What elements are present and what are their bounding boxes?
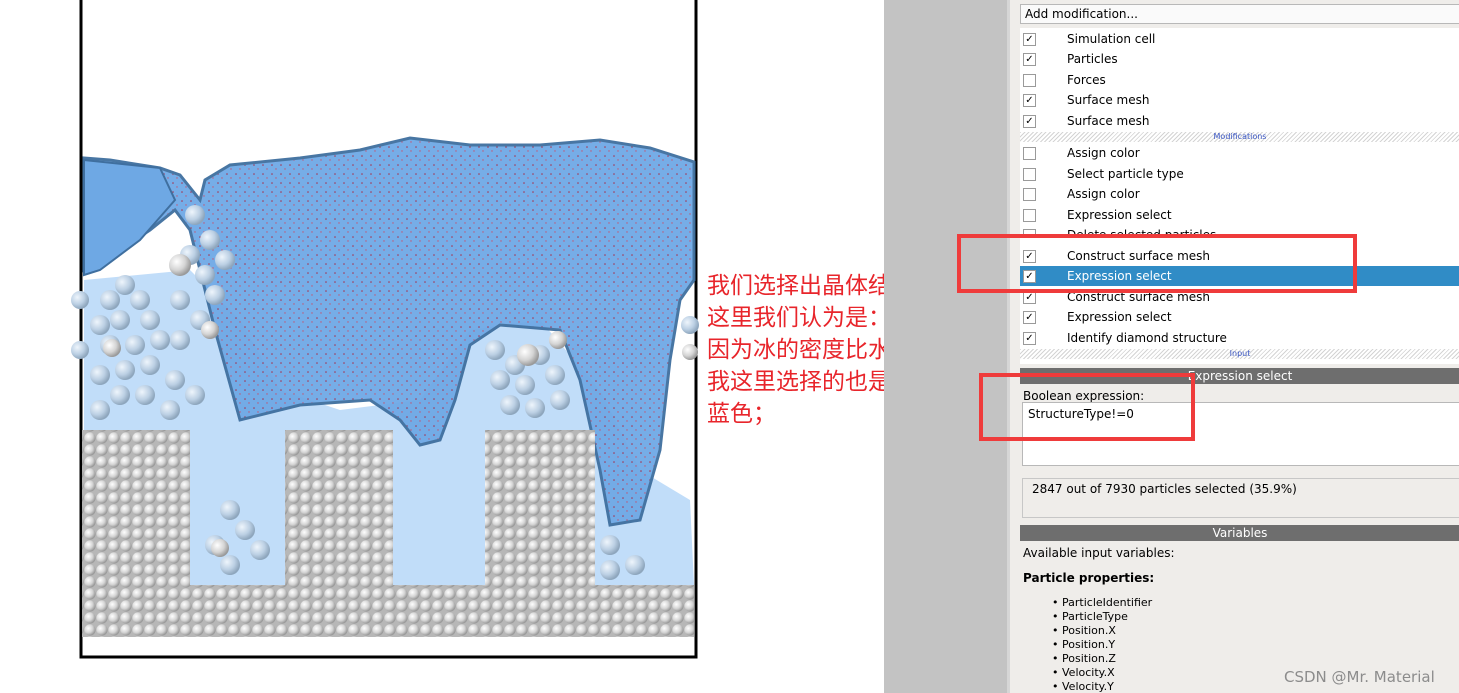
pillar-left <box>82 430 190 590</box>
watermark: CSDN @Mr. Material <box>1284 668 1435 686</box>
pipeline-item[interactable]: ✓ Simulation cell <box>1020 29 1459 49</box>
variable-item: • Velocity.X <box>1052 666 1115 679</box>
variable-item: • Position.Z <box>1052 652 1116 665</box>
variable-item: • ParticleIdentifier <box>1052 596 1153 609</box>
highlight-box-expression <box>979 373 1195 441</box>
variable-item: • Position.X <box>1052 624 1116 637</box>
modification-label: Assign color <box>1067 146 1140 160</box>
checkbox[interactable] <box>1023 74 1036 87</box>
pipeline-item[interactable]: ✓ Surface mesh <box>1020 90 1459 110</box>
pipeline-item-label: Surface mesh <box>1067 93 1150 107</box>
variables-header: Variables <box>1020 525 1459 541</box>
variable-list: • ParticleIdentifier • ParticleType • Po… <box>1052 596 1152 693</box>
checkbox[interactable] <box>1023 168 1036 181</box>
modification-label: Assign color <box>1067 187 1140 201</box>
checkbox[interactable] <box>1023 147 1036 160</box>
substrate-base <box>82 585 694 637</box>
modification-item[interactable]: Assign color <box>1020 143 1459 163</box>
pipeline-item-label: Simulation cell <box>1067 32 1156 46</box>
variable-item: • Position.Y <box>1052 638 1116 651</box>
modification-label: Expression select <box>1067 208 1172 222</box>
modification-label: Select particle type <box>1067 167 1184 181</box>
highlight-box-selected-modifier <box>957 234 1357 293</box>
pillar-middle <box>285 430 393 590</box>
checkbox[interactable] <box>1023 209 1036 222</box>
particle-properties-label: Particle properties: <box>1023 571 1155 585</box>
add-modification-dropdown[interactable]: Add modification... <box>1020 4 1459 24</box>
modification-item[interactable]: Expression select <box>1020 205 1459 225</box>
pipeline-item[interactable]: Forces <box>1020 70 1459 90</box>
checkbox[interactable]: ✓ <box>1023 332 1036 345</box>
available-variables-label: Available input variables: <box>1023 546 1175 560</box>
modification-label: Identify diamond structure <box>1067 331 1227 345</box>
modification-item[interactable]: Select particle type <box>1020 164 1459 184</box>
modification-label: Expression select <box>1067 310 1172 324</box>
variable-item: • Velocity.Y <box>1052 680 1114 693</box>
modification-item[interactable]: Assign color <box>1020 184 1459 204</box>
pipeline-item-label: Particles <box>1067 52 1118 66</box>
pipeline-item[interactable]: ✓ Particles <box>1020 49 1459 69</box>
pipeline-item-label: Surface mesh <box>1067 114 1150 128</box>
modification-item[interactable]: ✓ Identify diamond structure <box>1020 328 1459 348</box>
checkbox[interactable]: ✓ <box>1023 115 1036 128</box>
variable-item: • ParticleType <box>1052 610 1128 623</box>
pipeline-item[interactable]: ✓ Surface mesh <box>1020 111 1459 131</box>
input-section-header: Input <box>1020 349 1459 359</box>
checkbox[interactable] <box>1023 188 1036 201</box>
splitter[interactable] <box>884 0 1007 693</box>
checkbox[interactable]: ✓ <box>1023 53 1036 66</box>
pipeline-list[interactable]: ✓ Simulation cell ✓ Particles Forces ✓ S… <box>1020 28 1459 364</box>
checkbox[interactable]: ✓ <box>1023 94 1036 107</box>
pipeline-item-label: Forces <box>1067 73 1106 87</box>
modification-item[interactable]: ✓ Expression select <box>1020 307 1459 327</box>
modifications-section-header: Modifications <box>1020 132 1459 142</box>
checkbox[interactable]: ✓ <box>1023 33 1036 46</box>
pillar-right <box>485 430 595 590</box>
selection-status: 2847 out of 7930 particles selected (35.… <box>1022 478 1459 518</box>
checkbox[interactable]: ✓ <box>1023 311 1036 324</box>
command-panel: Add modification... ✓ Simulation cell ✓ … <box>1007 0 1459 693</box>
